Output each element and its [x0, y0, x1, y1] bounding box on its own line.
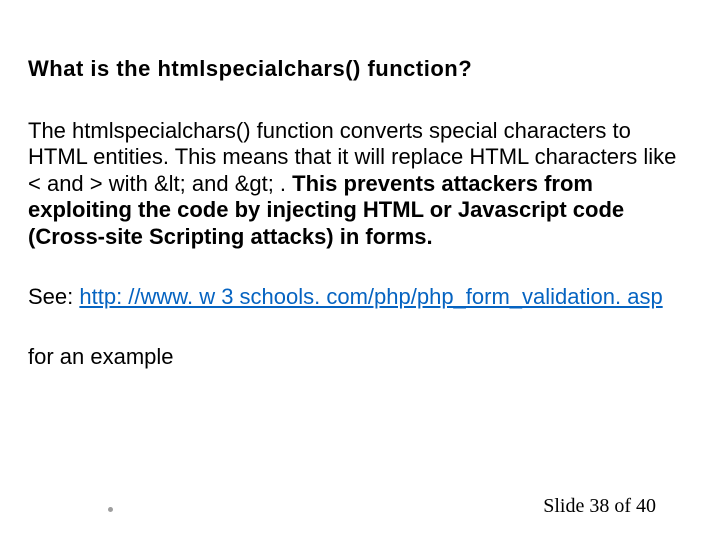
see-prefix: See:: [28, 284, 79, 309]
see-link[interactable]: http: //www. w 3 schools. com/php/php_fo…: [79, 284, 662, 309]
see-line: See: http: //www. w 3 schools. com/php/p…: [28, 284, 692, 310]
slide-body: The htmlspecialchars() function converts…: [28, 118, 692, 250]
slide: What is the htmlspecialchars() function?…: [0, 0, 720, 540]
example-line: for an example: [28, 344, 692, 370]
decorative-dot: [108, 507, 113, 512]
slide-footer: Slide 38 of 40: [543, 495, 656, 518]
slide-title: What is the htmlspecialchars() function?: [28, 56, 692, 82]
